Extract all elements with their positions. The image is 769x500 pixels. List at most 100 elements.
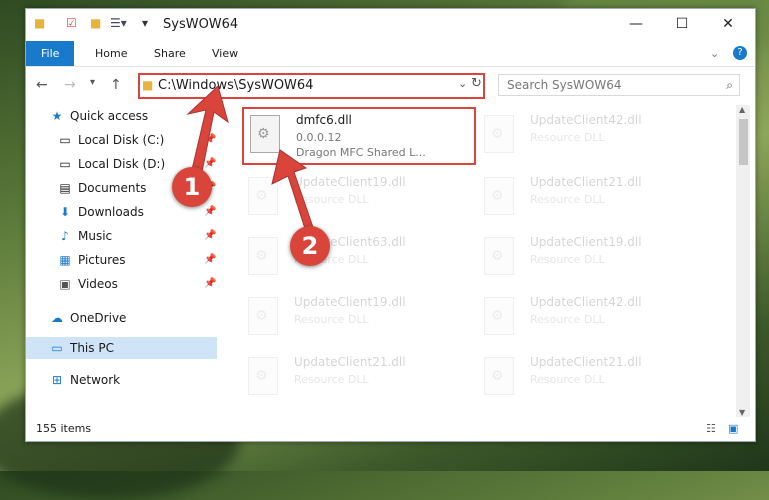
large-icons-view-icon[interactable]: ▣ bbox=[728, 422, 738, 435]
sidebar-item-quick-access[interactable]: ★ Quick access bbox=[26, 105, 217, 127]
minimize-button[interactable]: — bbox=[614, 13, 658, 37]
file-description: Resource DLL bbox=[530, 313, 605, 326]
dll-file-icon bbox=[484, 177, 514, 215]
search-icon: ⌕ bbox=[726, 78, 733, 92]
file-name: UpdateClient19.dll bbox=[294, 175, 406, 189]
tab-file[interactable]: File bbox=[26, 41, 75, 66]
address-row: ← → ▾ ↑ ■ C:\Windows\SysWOW64 ⌄ ↻ Search… bbox=[26, 69, 755, 99]
folder-icon: ■ bbox=[34, 16, 46, 30]
file-name: UpdateClient19.dll bbox=[294, 295, 406, 309]
tab-home[interactable]: Home bbox=[83, 41, 139, 66]
file-tile[interactable]: UpdateClient42.dll Resource DLL bbox=[478, 109, 708, 163]
item-count: 155 items bbox=[36, 422, 92, 435]
up-icon[interactable]: ↑ bbox=[110, 77, 122, 93]
dll-file-icon bbox=[248, 177, 278, 215]
pin-icon: 📌 bbox=[204, 278, 217, 289]
chevron-down-icon[interactable]: ⌄ bbox=[698, 41, 731, 66]
file-name: UpdateClient21.dll bbox=[530, 355, 642, 369]
sidebar-item-network[interactable]: ⊞ Network bbox=[26, 369, 217, 391]
refresh-icon[interactable]: ↻ bbox=[471, 76, 482, 91]
file-tile-selected[interactable]: dmfc6.dll 0.0.0.12 Dragon MFC Shared L..… bbox=[242, 107, 476, 165]
back-icon[interactable]: ← bbox=[36, 77, 48, 93]
chevron-down-icon[interactable]: ⌄ bbox=[458, 77, 467, 90]
tab-share[interactable]: Share bbox=[142, 41, 198, 66]
status-bar: 155 items ☷ ▣ bbox=[26, 417, 755, 441]
sidebar-item-this-pc[interactable]: ▭ This PC bbox=[26, 337, 217, 359]
pin-icon: 📌 bbox=[204, 254, 217, 265]
file-name: UpdateClient42.dll bbox=[530, 295, 642, 309]
dll-file-icon bbox=[484, 297, 514, 335]
dll-file-icon bbox=[484, 357, 514, 395]
file-description: Resource DLL bbox=[530, 373, 605, 386]
pictures-icon: ▦ bbox=[59, 253, 71, 267]
file-tile[interactable]: UpdateClient63.dllResource DLL bbox=[242, 231, 472, 285]
dll-file-icon bbox=[248, 297, 278, 335]
address-bar[interactable]: ■ C:\Windows\SysWOW64 ⌄ ↻ bbox=[138, 73, 485, 99]
file-tile[interactable]: UpdateClient19.dll Resource DLL bbox=[242, 291, 472, 345]
details-view-icon[interactable]: ☷ bbox=[706, 422, 716, 435]
file-tile[interactable]: UpdateClient21.dll Resource DLL bbox=[242, 351, 472, 405]
customize-toolbar-icon[interactable]: ☰▾ bbox=[110, 16, 127, 30]
navigation-pane: ★ Quick access ▭ Local Disk (C:) 📌 ▭ Local D… bbox=[26, 105, 217, 417]
file-name: UpdateClient19.dll bbox=[530, 235, 642, 249]
scroll-down-icon[interactable]: ▼ bbox=[739, 408, 745, 417]
pin-icon: 📌 bbox=[204, 206, 217, 217]
sidebar-item-music[interactable]: ♪ Music 📌 bbox=[26, 225, 217, 247]
address-path: C:\Windows\SysWOW64 bbox=[158, 78, 314, 93]
file-description: Dragon MFC Shared L... bbox=[296, 146, 426, 159]
new-folder-icon[interactable]: ■ bbox=[90, 16, 101, 30]
recent-locations-icon[interactable]: ▾ bbox=[90, 77, 95, 88]
file-description: Resource DLL bbox=[530, 193, 605, 206]
close-button[interactable]: ✕ bbox=[706, 13, 750, 37]
file-name: UpdateClient21.dll bbox=[530, 175, 642, 189]
dll-file-icon bbox=[248, 357, 278, 395]
folder-icon: ■ bbox=[142, 78, 154, 92]
file-description: Resource DLL bbox=[294, 313, 369, 326]
sidebar-item-pictures[interactable]: ▦ Pictures 📌 bbox=[26, 249, 217, 271]
pin-icon: 📌 bbox=[204, 134, 217, 145]
title-bar: ■ ☑ ■ ☰▾ ▾ SysWOW64 — ☐ ✕ bbox=[26, 9, 755, 39]
search-input[interactable]: Search SysWOW64 ⌕ bbox=[498, 74, 740, 96]
scrollbar-thumb[interactable] bbox=[739, 119, 748, 165]
maximize-button[interactable]: ☐ bbox=[660, 13, 704, 37]
search-placeholder: Search SysWOW64 bbox=[507, 78, 622, 92]
star-icon: ★ bbox=[51, 109, 63, 123]
videos-icon: ▣ bbox=[59, 277, 71, 291]
file-name: dmfc6.dll bbox=[296, 113, 352, 127]
dll-file-icon bbox=[484, 115, 514, 153]
help-icon[interactable]: ? bbox=[733, 46, 747, 60]
file-tile[interactable]: UpdateClient19.dll Resource DLL bbox=[242, 171, 472, 225]
step-marker-1: 1 bbox=[172, 167, 212, 207]
pin-icon: 📌 bbox=[204, 230, 217, 241]
file-tile[interactable]: UpdateClient21.dll Resource DLL bbox=[478, 171, 708, 225]
vertical-scrollbar[interactable]: ▲ ▼ bbox=[736, 105, 750, 417]
file-name: UpdateClient42.dll bbox=[530, 113, 642, 127]
window-title: SysWOW64 bbox=[163, 17, 239, 32]
tab-view[interactable]: View bbox=[200, 41, 250, 66]
file-description: Resource DLL bbox=[530, 131, 605, 144]
drive-icon: ▭ bbox=[59, 133, 71, 147]
file-description: Resource DLL bbox=[294, 193, 369, 206]
network-icon: ⊞ bbox=[51, 373, 63, 387]
download-icon: ⬇ bbox=[59, 205, 71, 219]
file-tile[interactable]: UpdateClient19.dll Resource DLL bbox=[478, 231, 708, 285]
documents-icon: ▤ bbox=[59, 181, 71, 195]
file-description: Resource DLL bbox=[530, 253, 605, 266]
scroll-up-icon[interactable]: ▲ bbox=[739, 105, 745, 114]
dropdown-icon[interactable]: ▾ bbox=[142, 16, 148, 30]
file-description: Resource DLL bbox=[294, 373, 369, 386]
file-name: UpdateClient21.dll bbox=[294, 355, 406, 369]
dll-file-icon bbox=[484, 237, 514, 275]
sidebar-item-onedrive[interactable]: ☁ OneDrive bbox=[26, 307, 217, 329]
sidebar-item-local-disk-c[interactable]: ▭ Local Disk (C:) 📌 bbox=[26, 129, 217, 151]
file-version: 0.0.0.12 bbox=[296, 131, 342, 144]
step-marker-2: 2 bbox=[290, 226, 330, 266]
file-tile[interactable]: UpdateClient21.dll Resource DLL bbox=[478, 351, 708, 405]
properties-icon[interactable]: ☑ bbox=[66, 16, 77, 30]
music-icon: ♪ bbox=[61, 229, 69, 243]
dll-file-icon bbox=[250, 115, 280, 153]
dll-file-icon bbox=[248, 237, 278, 275]
file-tile[interactable]: UpdateClient42.dll Resource DLL bbox=[478, 291, 708, 345]
sidebar-item-videos[interactable]: ▣ Videos 📌 bbox=[26, 273, 217, 295]
forward-icon[interactable]: → bbox=[64, 77, 76, 93]
